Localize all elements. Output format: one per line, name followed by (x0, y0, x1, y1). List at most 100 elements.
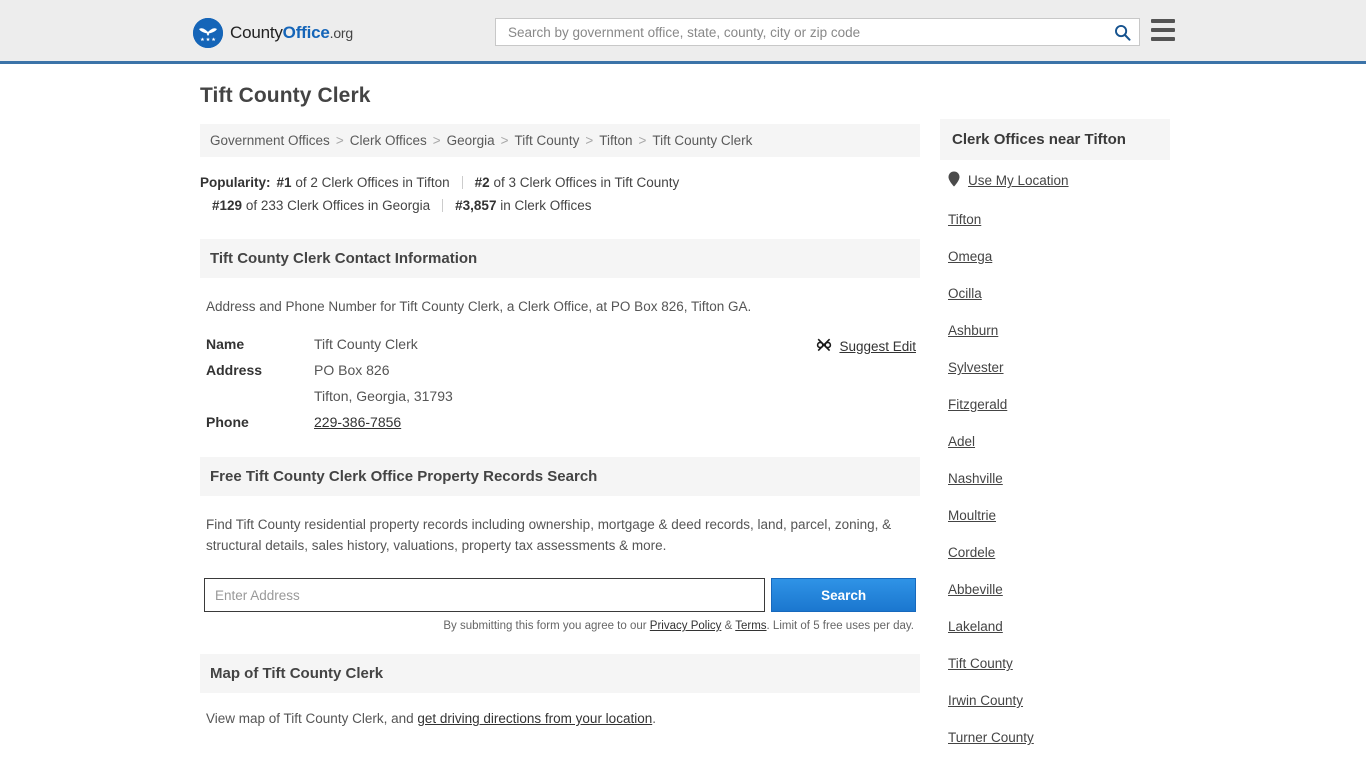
sidebar-item-moultrie[interactable]: Moultrie (940, 497, 1170, 534)
contact-row-value[interactable]: 229-386-7856 (314, 409, 453, 435)
phone-link[interactable]: 229-386-7856 (314, 414, 401, 430)
breadcrumb-item-government-offices[interactable]: Government Offices (210, 133, 330, 148)
breadcrumb-item-tifton[interactable]: Tifton (599, 133, 632, 148)
sidebar-item-label[interactable]: Abbeville (948, 582, 1003, 597)
site-logo-text: CountyOffice.org (230, 23, 353, 43)
sidebar-item-label[interactable]: Lakeland (948, 619, 1003, 634)
popularity-row-2: #129 of 233 Clerk Offices in Georgia #3,8… (200, 194, 920, 217)
sidebar-item-ashburn[interactable]: Ashburn (940, 312, 1170, 349)
sidebar-item-label[interactable]: Irwin County (948, 693, 1023, 708)
sidebar-item-label[interactable]: Sylvester (948, 360, 1004, 375)
sidebar-item-lakeland[interactable]: Lakeland (940, 608, 1170, 645)
breadcrumb-separator: > (638, 133, 647, 148)
map-pin-icon (948, 171, 960, 190)
contact-details: Name Tift County Clerk Address PO Box 826 Ti… (204, 331, 916, 435)
main-content-column: Tift County Clerk Government Offices > Cle… (200, 84, 920, 726)
sidebar-item-tifton[interactable]: Tifton (940, 201, 1170, 238)
sidebar-item-adel[interactable]: Adel (940, 423, 1170, 460)
site-logo[interactable]: CountyOffice.org (193, 18, 353, 48)
sidebar-item-fitzgerald[interactable]: Fitzgerald (940, 386, 1170, 423)
use-my-location-link[interactable]: Use My Location (968, 173, 1069, 188)
map-section-description: View map of Tift County Clerk, and get d… (206, 711, 916, 726)
breadcrumb-separator: > (585, 133, 594, 148)
edit-pencil-icon (816, 337, 832, 356)
sidebar-item-label[interactable]: Cordele (948, 545, 995, 560)
contact-section-description: Address and Phone Number for Tift County… (206, 299, 752, 314)
breadcrumb-separator: > (500, 133, 509, 148)
sidebar-item-worth-county[interactable]: Worth County (940, 756, 1170, 768)
sidebar-item-label[interactable]: Fitzgerald (948, 397, 1007, 412)
property-search-form: Search (204, 578, 916, 612)
breadcrumb-item-clerk-offices[interactable]: Clerk Offices (350, 133, 427, 148)
breadcrumb: Government Offices > Clerk Offices > Georgia… (200, 124, 920, 157)
driving-directions-link[interactable]: get driving directions from your locatio… (417, 711, 652, 726)
sidebar-item-label[interactable]: Ashburn (948, 323, 998, 338)
sidebar-item-nashville[interactable]: Nashville (940, 460, 1170, 497)
property-search-button[interactable]: Search (771, 578, 916, 612)
popularity-divider (442, 199, 444, 212)
sidebar-item-ocilla[interactable]: Ocilla (940, 275, 1170, 312)
hamburger-bar (1151, 37, 1175, 41)
popularity-item-4: #3,857 in Clerk Offices (455, 194, 591, 217)
contact-row: Name Tift County Clerk (204, 331, 453, 357)
page-title: Tift County Clerk (200, 84, 371, 107)
sidebar-item-label[interactable]: Moultrie (948, 508, 996, 523)
terms-link[interactable]: Terms (735, 620, 766, 632)
breadcrumb-separator: > (432, 133, 441, 148)
site-header: CountyOffice.org (0, 0, 1366, 64)
hamburger-menu-icon[interactable] (1151, 19, 1175, 41)
map-desc-suffix: . (652, 711, 656, 726)
popularity-rank: #1 (276, 175, 292, 190)
breadcrumb-separator: > (335, 133, 344, 148)
sidebar-item-label[interactable]: Adel (948, 434, 975, 449)
popularity-rest: of 3 Clerk Offices in Tift County (493, 175, 680, 190)
sidebar-list: Use My Location Tifton Omega Ocilla Ashburn… (940, 160, 1170, 768)
popularity-label: Popularity: (200, 175, 271, 190)
sidebar-item-turner-county[interactable]: Turner County (940, 719, 1170, 756)
map-section-body: View map of Tift County Clerk, and get d… (200, 711, 920, 726)
contact-row-label: Address (206, 362, 263, 378)
popularity-item-3: #129 of 233 Clerk Offices in Georgia (212, 194, 430, 217)
contact-row: Address PO Box 826 (204, 357, 453, 383)
contact-row-label: Phone (206, 414, 249, 430)
sidebar-item-use-my-location[interactable]: Use My Location (940, 160, 1170, 201)
breadcrumb-item-georgia[interactable]: Georgia (447, 133, 495, 148)
suggest-edit-button[interactable]: Suggest Edit (816, 337, 916, 356)
sidebar-item-cordele[interactable]: Cordele (940, 534, 1170, 571)
popularity-divider (461, 176, 463, 189)
sidebar-item-label[interactable]: Tift County (948, 656, 1013, 671)
sidebar-item-label[interactable]: Tifton (948, 212, 981, 227)
search-icon[interactable] (1111, 21, 1133, 43)
suggest-edit-label[interactable]: Suggest Edit (839, 339, 916, 354)
contact-row-value: Tifton, Georgia, 31793 (314, 388, 453, 404)
popularity-row-1: Popularity: #1 of 2 Clerk Offices in Tift… (200, 171, 920, 194)
address-input[interactable] (204, 578, 766, 612)
disclaimer-prefix: By submitting this form you agree to our (443, 620, 650, 632)
sidebar-item-irwin-county[interactable]: Irwin County (940, 682, 1170, 719)
sidebar-item-label[interactable]: Omega (948, 249, 992, 264)
sidebar-item-label[interactable]: Turner County (948, 730, 1034, 745)
global-search-bar[interactable] (495, 18, 1140, 46)
breadcrumb-item-tift-county-clerk: Tift County Clerk (652, 133, 753, 148)
logo-text-org: .org (329, 25, 354, 41)
privacy-policy-link[interactable]: Privacy Policy (650, 620, 722, 632)
property-section-body: Find Tift County residential property re… (200, 514, 920, 632)
sidebar-item-omega[interactable]: Omega (940, 238, 1170, 275)
logo-text-county: County (230, 23, 283, 42)
popularity-rest: of 233 Clerk Offices in Georgia (245, 198, 431, 213)
sidebar-item-tift-county[interactable]: Tift County (940, 645, 1170, 682)
sidebar-item-sylvester[interactable]: Sylvester (940, 349, 1170, 386)
sidebar-item-label[interactable]: Ocilla (948, 286, 982, 301)
map-desc-prefix: View map of Tift County Clerk, and (206, 711, 418, 726)
map-section-heading: Map of Tift County Clerk (200, 654, 920, 693)
contact-section-heading: Tift County Clerk Contact Information (200, 239, 920, 278)
popularity-rest: of 2 Clerk Offices in Tifton (295, 175, 450, 190)
logo-text-office: Office (282, 23, 330, 42)
sidebar-item-label[interactable]: Nashville (948, 471, 1003, 486)
contact-table: Name Tift County Clerk Address PO Box 826 Ti… (204, 331, 453, 435)
sidebar-item-abbeville[interactable]: Abbeville (940, 571, 1170, 608)
contact-row-value: Tift County Clerk (314, 336, 418, 352)
breadcrumb-item-tift-county[interactable]: Tift County (515, 133, 580, 148)
search-input[interactable] (506, 20, 1111, 44)
contact-row-label: Name (206, 336, 245, 352)
